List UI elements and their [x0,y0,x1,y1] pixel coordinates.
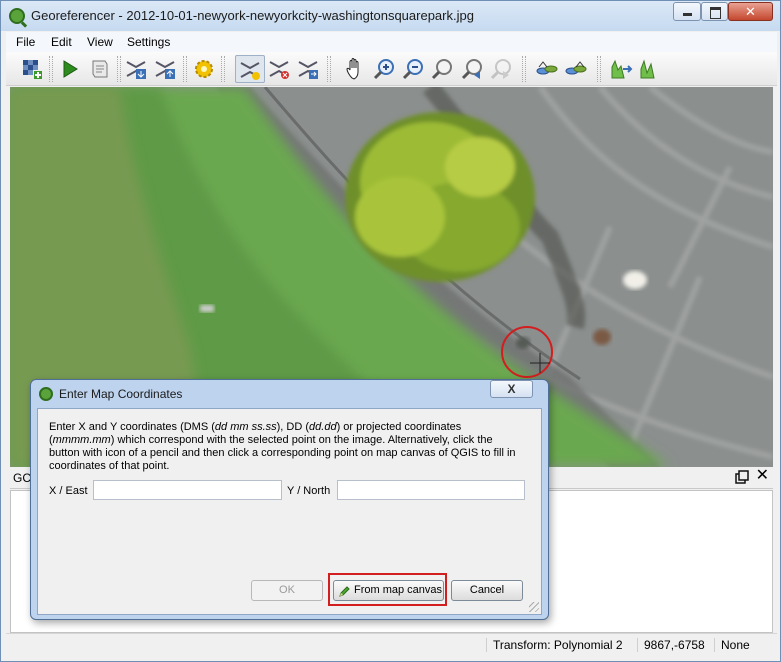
y-north-label: Y / North [287,485,331,497]
zoom-in-icon [373,59,394,80]
zoom-last-icon [461,59,482,80]
transform-status: Transform: Polynomial 2 [486,638,623,652]
local-histogram-stretch-icon [640,59,655,79]
crs-status: None [714,638,750,652]
load-gcp-points-button[interactable] [125,57,149,81]
dialog-title: Enter Map Coordinates [59,387,183,401]
add-point-button[interactable] [235,55,265,83]
open-raster-icon [23,60,42,79]
delete-point-button[interactable] [268,57,292,81]
save-gcp-points-icon [155,61,175,79]
start-georeferencing-icon [63,60,78,78]
georeferencer-toolbar [6,52,777,86]
toolbar-separator [49,56,53,82]
qgis-icon [39,387,53,401]
status-bar: Transform: Polynomial 2 9867,-6758 None [6,633,777,657]
zoom-to-layer-icon [431,59,452,80]
menu-edit[interactable]: Edit [51,35,72,49]
annotation-highlight [328,573,447,606]
move-gcp-point-button[interactable] [297,57,321,81]
dialog-instructions: Enter X and Y coordinates (DMS (dd mm ss… [49,421,516,472]
link-georeferencer-to-qgis-button[interactable] [535,57,559,81]
dialog-titlebar[interactable]: Enter Map Coordinates X [31,380,548,408]
toolbar-separator [183,56,187,82]
y-north-input[interactable] [337,480,525,500]
link-qgis-to-georeferencer-button[interactable] [564,57,588,81]
close-icon[interactable]: ✕ [756,468,769,484]
resize-grip[interactable] [529,602,539,612]
move-gcp-point-icon [298,61,318,79]
dialog-body: Enter X and Y coordinates (DMS (dd mm ss… [37,408,542,615]
toolbar-separator [522,56,526,82]
zoom-next-icon [490,59,511,80]
zoom-out-button[interactable] [401,57,425,81]
full-histogram-stretch-icon [611,59,633,79]
x-east-label: X / East [49,485,88,497]
delete-point-icon [269,61,289,79]
open-raster-button[interactable] [20,57,44,81]
enter-map-coordinates-dialog: Enter Map Coordinates X Enter X and Y co… [30,379,549,620]
qgis-icon [9,8,25,24]
start-georeferencing-button[interactable] [58,57,82,81]
zoom-in-button[interactable] [372,57,396,81]
close-icon: ✕ [745,4,756,19]
menu-settings[interactable]: Settings [127,35,170,49]
toolbar-separator [221,56,225,82]
toolbar-separator [327,56,331,82]
menu-view[interactable]: View [87,35,113,49]
generate-gdal-script-icon [92,60,108,78]
toolbar-separator [597,56,601,82]
zoom-to-layer-button[interactable] [430,57,454,81]
window-titlebar[interactable]: Georeferencer - 2012-10-01-newyork-newyo… [1,1,780,31]
full-histogram-stretch-button[interactable] [609,57,633,81]
dialog-close-button[interactable]: X [490,380,533,398]
zoom-last-button[interactable] [460,57,484,81]
coordinate-readout: 9867,-6758 [637,638,705,652]
menu-file[interactable]: File [16,35,35,49]
close-button[interactable]: ✕ [728,2,773,21]
menubar: File Edit View Settings [6,32,777,52]
link-qgis-to-georeferencer-icon [565,61,587,75]
x-east-input[interactable] [93,480,282,500]
transformation-settings-button[interactable] [192,57,216,81]
window-title: Georeferencer - 2012-10-01-newyork-newyo… [31,8,474,23]
ok-button[interactable]: OK [251,580,323,601]
add-point-icon [240,62,260,80]
save-gcp-points-button[interactable] [154,57,178,81]
cancel-button[interactable]: Cancel [451,580,523,601]
minimize-button[interactable] [673,2,701,21]
local-histogram-stretch-button[interactable] [638,57,662,81]
zoom-next-button[interactable] [489,57,513,81]
close-icon: X [507,382,516,396]
transformation-settings-icon [195,60,213,78]
maximize-button[interactable] [701,2,728,21]
zoom-out-icon [402,59,423,80]
pan-icon [346,58,359,80]
float-icon[interactable] [735,470,749,484]
link-georeferencer-to-qgis-icon [536,61,558,75]
gcp-dock-title: GC [13,471,31,485]
pan-button[interactable] [344,57,368,81]
generate-gdal-script-button[interactable] [88,57,112,81]
toolbar-separator [117,56,121,82]
load-gcp-points-icon [126,61,146,79]
